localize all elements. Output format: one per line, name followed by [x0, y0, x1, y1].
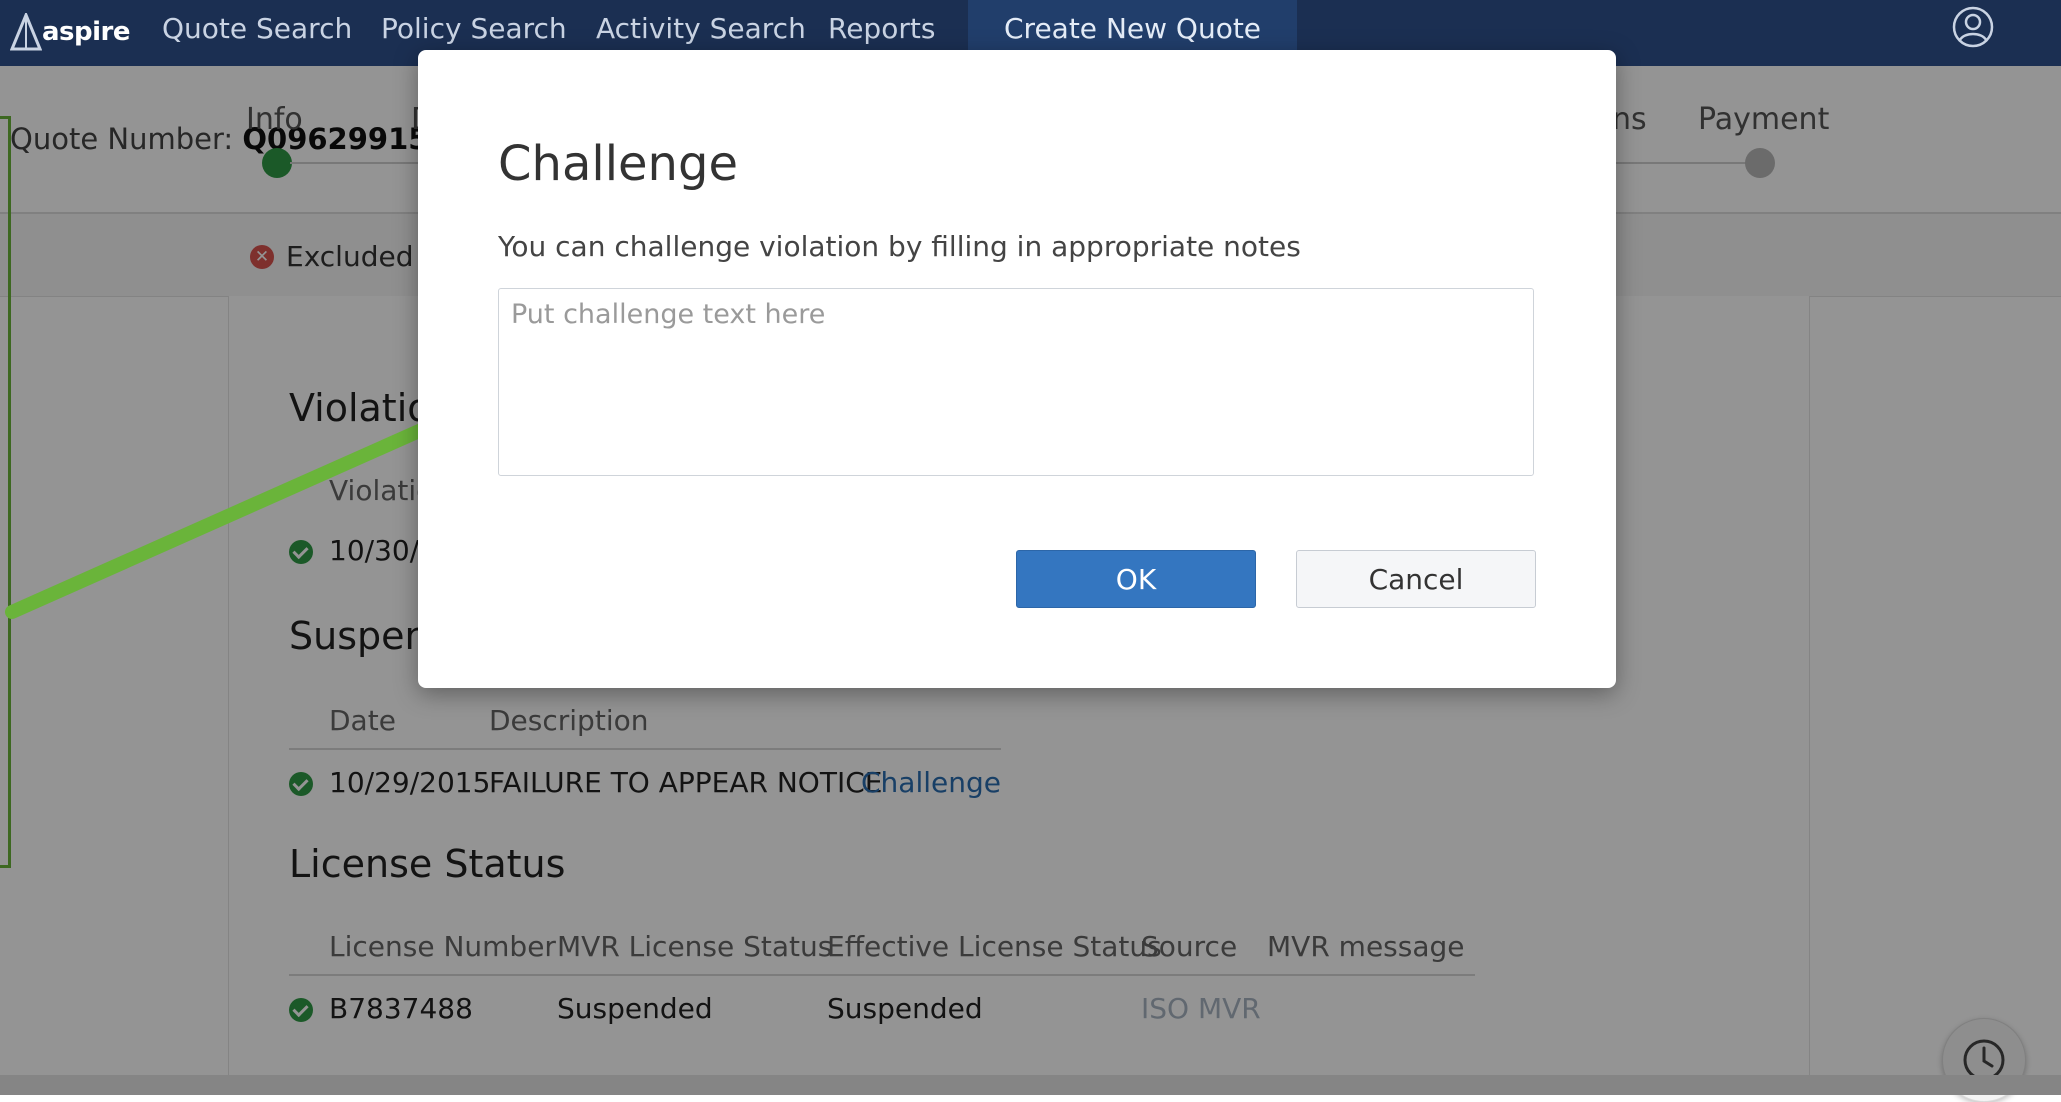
aspire-logo-mark-icon — [10, 13, 42, 51]
nav-quote-search[interactable]: Quote Search — [162, 0, 352, 66]
ok-button[interactable]: OK — [1016, 550, 1256, 608]
modal-title: Challenge — [498, 136, 738, 192]
aspire-logo[interactable]: aspire — [10, 10, 131, 54]
cancel-button[interactable]: Cancel — [1296, 550, 1536, 608]
user-circle-icon[interactable] — [1952, 6, 1994, 48]
challenge-modal: Challenge You can challenge violation by… — [418, 50, 1616, 688]
logo-text: aspire — [42, 17, 131, 47]
modal-description: You can challenge violation by filling i… — [498, 230, 1301, 263]
challenge-text-input[interactable] — [498, 288, 1534, 476]
